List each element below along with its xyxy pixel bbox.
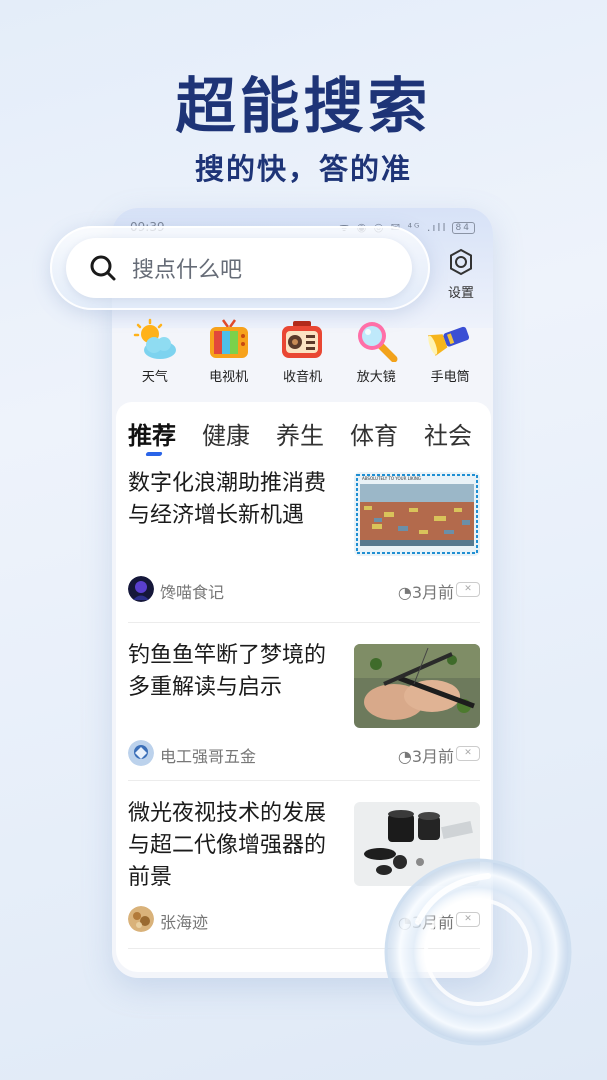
magnifier-icon bbox=[358, 322, 398, 362]
dismiss-button[interactable]: ✕ bbox=[456, 912, 480, 927]
article-thumbnail[interactable] bbox=[354, 802, 480, 886]
publish-time-text: 3月前 bbox=[411, 747, 454, 766]
tool-label-flashlight: 手电筒 bbox=[430, 370, 470, 385]
clock-icon: ◔ bbox=[397, 583, 412, 602]
publish-time-text: 3月前 bbox=[411, 583, 454, 602]
article-thumbnail[interactable] bbox=[354, 644, 480, 728]
settings-button[interactable]: 设置 bbox=[440, 248, 482, 301]
article-item[interactable]: 数字化浪潮助推消费与经济增长新机遇 ABSOLUTELY TO YOUR LIK… bbox=[128, 468, 480, 608]
avatar[interactable] bbox=[128, 576, 154, 602]
battery-icon: 84 bbox=[451, 222, 475, 234]
tab-recommended[interactable]: 推荐 bbox=[128, 416, 176, 456]
tool-label-tv: 电视机 bbox=[209, 370, 249, 385]
author-name[interactable]: 电工强哥五金 bbox=[160, 743, 256, 767]
dismiss-button[interactable]: ✕ bbox=[456, 582, 480, 597]
author-name[interactable]: 张海迹 bbox=[160, 909, 208, 933]
hero-subtitle: 搜的快，答的准 bbox=[194, 152, 412, 186]
article-item[interactable]: 微光夜视技术的发展与超二代像增强器的前景 张海迹 ◔3月前 ✕ bbox=[128, 798, 480, 938]
tool-label-radio: 收音机 bbox=[282, 370, 322, 385]
article-meta: 馋喵食记 ◔3月前 ✕ bbox=[128, 576, 480, 602]
tool-weather[interactable]: 天气 bbox=[122, 318, 188, 390]
clock-icon: ◔ bbox=[397, 913, 412, 932]
night-vision-parts-image bbox=[354, 802, 480, 886]
publish-time: ◔3月前 bbox=[398, 579, 454, 603]
news-feed: 推荐 健康 养生 体育 社会 数字化浪潮助推消费与经济增长新机遇 ABSOLUT… bbox=[116, 402, 491, 972]
tool-tv[interactable]: 电视机 bbox=[196, 318, 262, 390]
tab-health[interactable]: 健康 bbox=[202, 416, 250, 456]
article-title: 微光夜视技术的发展与超二代像增强器的前景 bbox=[128, 801, 327, 890]
search-placeholder: 搜点什么吧 bbox=[132, 258, 243, 283]
gear-icon bbox=[450, 248, 472, 276]
search-input[interactable]: 搜点什么吧 bbox=[66, 238, 412, 298]
quick-tools: 天气 电视机 收音机 放大镜 手电筒 bbox=[112, 318, 493, 390]
flashlight-icon bbox=[428, 326, 470, 356]
tab-sports[interactable]: 体育 bbox=[350, 416, 398, 456]
weather-icon bbox=[133, 318, 176, 359]
divider bbox=[128, 622, 480, 623]
category-tabs: 推荐 健康 养生 体育 社会 bbox=[128, 416, 491, 456]
tv-icon bbox=[209, 319, 248, 358]
search-icon bbox=[90, 255, 116, 281]
article-title: 钓鱼鱼竿断了梦境的多重解读与启示 bbox=[128, 643, 327, 700]
article-meta: 张海迹 ◔3月前 ✕ bbox=[128, 906, 480, 932]
divider bbox=[128, 948, 480, 949]
clock-icon: ◔ bbox=[397, 747, 412, 766]
tool-label-magnifier: 放大镜 bbox=[356, 370, 396, 385]
dismiss-button[interactable]: ✕ bbox=[456, 746, 480, 761]
author-name[interactable]: 馋喵食记 bbox=[160, 579, 224, 603]
avatar[interactable] bbox=[128, 906, 154, 932]
tool-magnifier[interactable]: 放大镜 bbox=[343, 318, 409, 390]
radio-icon bbox=[282, 321, 323, 358]
thumbnail-caption: ABSOLUTELY TO YOUR LIKING bbox=[362, 476, 421, 481]
tool-radio[interactable]: 收音机 bbox=[269, 318, 335, 390]
article-thumbnail[interactable]: ABSOLUTELY TO YOUR LIKING bbox=[354, 472, 480, 556]
tab-wellness[interactable]: 养生 bbox=[276, 416, 324, 456]
tool-label-weather: 天气 bbox=[141, 370, 168, 385]
article-title: 数字化浪潮助推消费与经济增长新机遇 bbox=[128, 471, 327, 528]
tool-flashlight[interactable]: 手电筒 bbox=[417, 318, 483, 390]
publish-time: ◔3月前 bbox=[398, 743, 454, 767]
publish-time-text: 3月前 bbox=[411, 913, 454, 932]
fishing-rod-image bbox=[354, 644, 480, 728]
article-item[interactable]: 钓鱼鱼竿断了梦境的多重解读与启示 电工强哥五金 ◔3月前 ✕ bbox=[128, 640, 480, 770]
avatar[interactable] bbox=[128, 740, 154, 766]
article-meta: 电工强哥五金 ◔3月前 ✕ bbox=[128, 740, 480, 766]
divider bbox=[128, 780, 480, 781]
settings-label: 设置 bbox=[447, 286, 474, 301]
publish-time: ◔3月前 bbox=[398, 909, 454, 933]
hero-title: 超能搜索 bbox=[175, 72, 432, 142]
port-scene-image bbox=[354, 472, 480, 556]
tab-society[interactable]: 社会 bbox=[424, 416, 472, 456]
